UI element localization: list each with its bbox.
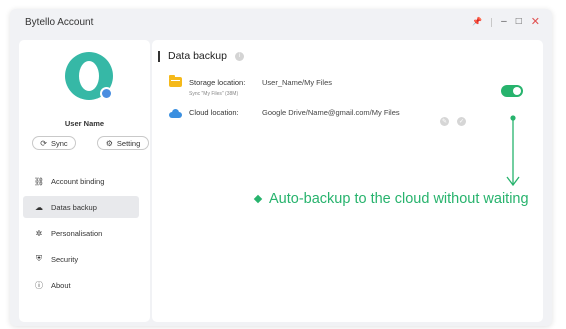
folder-icon xyxy=(169,75,182,87)
sidebar-item-datas-backup[interactable]: ☁ Datas backup xyxy=(23,196,139,218)
cloud-upload-icon: ☁ xyxy=(35,202,43,212)
sidebar-item-label: Account binding xyxy=(51,176,105,186)
title-accent-bar xyxy=(158,50,160,62)
help-icon[interactable]: i xyxy=(234,51,244,61)
info-icon: ⓘ xyxy=(35,280,43,290)
sidebar-item-label: Personalisation xyxy=(51,228,103,238)
main-panel: Data backup i Storage location: User_Nam… xyxy=(152,40,543,322)
sidebar-item-about[interactable]: ⓘ About xyxy=(23,274,139,296)
section-header: Data backup i xyxy=(158,50,244,62)
toggle-knob xyxy=(513,87,521,95)
palette-icon: ✲ xyxy=(35,228,43,238)
minimize-button[interactable]: – xyxy=(501,16,507,28)
sidebar: User Name ⟳ Sync ⚙ Setting ⛓ Account bin… xyxy=(19,40,150,322)
storage-location-label: Storage location: xyxy=(189,77,246,87)
window-controls: 📌 – □ ✕ xyxy=(472,16,540,28)
sidebar-nav: ⛓ Account binding ☁ Datas backup ✲ Perso… xyxy=(23,170,139,300)
sidebar-item-security[interactable]: ⛨ Security xyxy=(23,248,139,270)
camera-icon xyxy=(102,89,111,98)
controls-divider xyxy=(491,17,493,27)
avatar[interactable] xyxy=(65,52,113,100)
link-icon: ⛓ xyxy=(33,176,45,186)
arrow-down-icon xyxy=(506,115,520,187)
cloud-location-row: Cloud location: Google Drive/Name@gmail.… xyxy=(169,108,400,118)
page-title: Data backup xyxy=(168,50,227,62)
sync-button-label: Sync xyxy=(51,138,68,148)
avatar-shape xyxy=(79,61,99,91)
sidebar-item-label: Datas backup xyxy=(51,202,97,212)
sidebar-item-account-binding[interactable]: ⛓ Account binding xyxy=(23,170,139,192)
maximize-button[interactable]: □ xyxy=(516,16,522,28)
pin-icon[interactable]: 📌 xyxy=(472,16,482,28)
close-button[interactable]: ✕ xyxy=(531,16,540,28)
setting-button-label: Setting xyxy=(116,138,141,148)
window-title: Bytello Account xyxy=(25,17,94,28)
cloud-location-value: Google Drive/Name@gmail.com/My Files xyxy=(262,108,400,117)
storage-location-value: User_Name/My Files xyxy=(262,77,333,87)
account-window: Bytello Account 📌 – □ ✕ User Name ⟳ Sync… xyxy=(10,9,552,326)
shield-icon: ⛨ xyxy=(36,254,42,263)
cloud-icon xyxy=(169,108,182,118)
diamond-icon xyxy=(253,194,263,204)
sidebar-item-label: Security xyxy=(51,254,79,264)
confirm-location-icon[interactable]: ✓ xyxy=(457,117,466,126)
gear-icon: ⚙ xyxy=(105,138,113,148)
title-bar: Bytello Account 📌 – □ ✕ xyxy=(10,9,552,37)
sync-icon: ⟳ xyxy=(40,138,47,148)
avatar-edit-badge[interactable] xyxy=(100,87,113,100)
edit-location-icon[interactable]: ✎ xyxy=(440,117,449,126)
cloud-location-label: Cloud location: xyxy=(189,108,239,117)
setting-button[interactable]: ⚙ Setting xyxy=(97,136,149,150)
storage-sync-info: Sync "My Files" (38M) xyxy=(189,91,239,97)
sidebar-item-label: About xyxy=(51,280,71,290)
sidebar-item-personalisation[interactable]: ✲ Personalisation xyxy=(23,222,139,244)
callout-text: Auto-backup to the cloud without waiting xyxy=(269,191,529,207)
username: User Name xyxy=(64,119,105,128)
sync-button[interactable]: ⟳ Sync xyxy=(32,136,76,150)
storage-location-row: Storage location: User_Name/My Files xyxy=(169,75,333,87)
auto-backup-toggle[interactable] xyxy=(501,85,523,97)
feature-callout: Auto-backup to the cloud without waiting xyxy=(253,191,529,207)
